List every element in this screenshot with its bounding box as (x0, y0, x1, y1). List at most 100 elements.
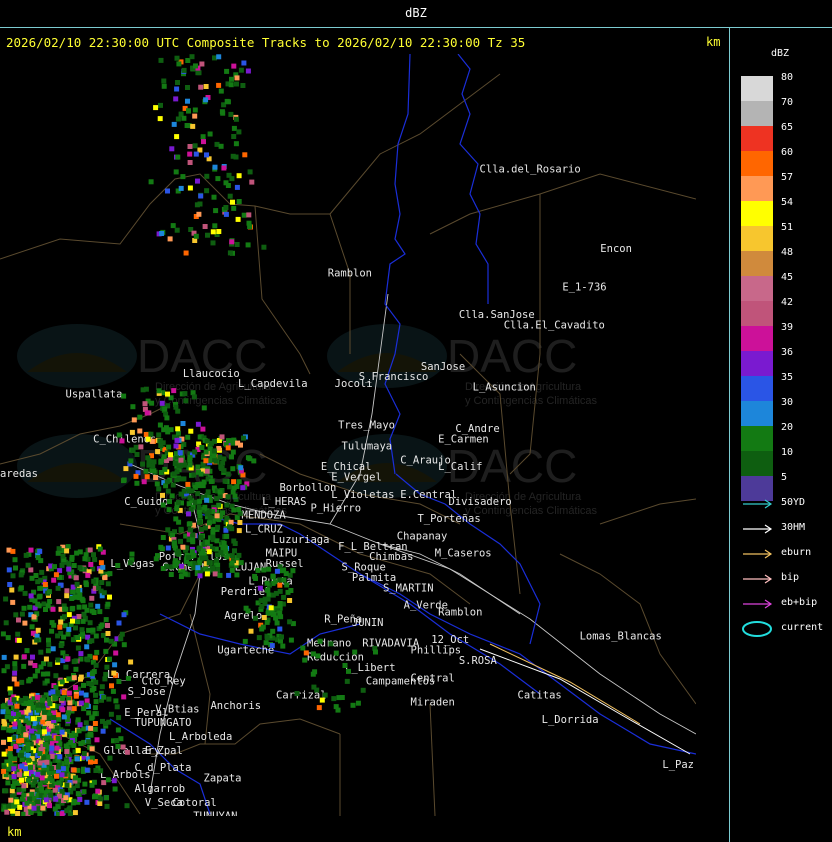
echo-cell (49, 766, 55, 771)
echo-cell (24, 648, 30, 654)
place-label: Lomas_Blancas (580, 631, 662, 643)
echo-cell (328, 641, 334, 647)
echo-cell (7, 582, 13, 587)
echo-cell (227, 193, 233, 199)
echo-cell (174, 227, 180, 233)
echo-cell (88, 562, 94, 567)
echo-cell (9, 587, 15, 593)
echo-cell (138, 444, 144, 450)
echo-cell (249, 179, 255, 185)
echo-cell (75, 748, 81, 754)
echo-cell (15, 811, 21, 816)
echo-cell (164, 415, 170, 421)
echo-cell (195, 491, 201, 497)
legend-track-label: current (781, 622, 824, 633)
echo-cell (25, 746, 31, 752)
echo-cell (333, 704, 339, 710)
echo-cell (235, 216, 241, 222)
echo-cell (69, 596, 75, 601)
place-label: Zapata (204, 773, 242, 785)
echo-cell (17, 804, 23, 810)
echo-cell (92, 705, 98, 711)
echo-cell (64, 548, 70, 554)
echo-cell (157, 422, 163, 428)
echo-cell (274, 620, 280, 626)
legend-value: 51 (781, 222, 794, 233)
echo-cell (91, 610, 97, 615)
echo-cell (177, 450, 183, 456)
echo-cell (226, 438, 231, 444)
echo-cell (195, 464, 201, 470)
place-label: Miraden (411, 696, 455, 708)
echo-cell (103, 648, 109, 654)
echo-cell (240, 485, 246, 491)
echo-cell (78, 674, 84, 680)
echo-cell (180, 544, 186, 550)
echo-cell (59, 679, 65, 685)
echo-cell (16, 729, 22, 735)
echo-cell (178, 457, 184, 463)
echo-cell (229, 560, 235, 566)
echo-cell (186, 555, 192, 560)
echo-cell (209, 440, 214, 446)
echo-cell (303, 650, 309, 656)
echo-cell (0, 709, 6, 715)
echo-cell (127, 560, 133, 566)
echo-cell (170, 223, 176, 229)
echo-cell (346, 668, 351, 674)
echo-cell (174, 134, 180, 140)
echo-cell (106, 696, 112, 702)
echo-cell (36, 724, 42, 730)
echo-cell (131, 417, 137, 423)
echo-cell (161, 454, 167, 460)
echo-cell (181, 476, 187, 482)
legend-title: dBZ (771, 48, 790, 59)
echo-cell (55, 550, 61, 556)
echo-cell (172, 461, 178, 466)
radar-map[interactable]: DACCDirección de Agriculturay Contingenc… (0, 54, 696, 816)
echo-cell (166, 444, 172, 450)
echo-cell (81, 789, 87, 795)
echo-cell (310, 671, 316, 677)
echo-cell (225, 183, 231, 188)
echo-cell (92, 721, 98, 726)
echo-cell (47, 701, 53, 707)
echo-cell (234, 184, 240, 190)
echo-cell (31, 614, 37, 620)
echo-cell (6, 727, 12, 733)
echo-cell (212, 571, 218, 577)
echo-cell (28, 567, 34, 573)
legend-swatch (741, 151, 773, 176)
echo-cell (204, 152, 209, 158)
echo-cell (241, 435, 246, 441)
echo-cell (197, 519, 203, 525)
echo-cell (145, 436, 151, 442)
echo-cell (211, 194, 217, 200)
echo-cell (26, 678, 32, 684)
echo-cell (215, 524, 221, 530)
echo-cell (225, 494, 231, 500)
echo-cell (197, 573, 203, 579)
echo-cell (205, 232, 210, 238)
place-label: Tres_Mayo (338, 420, 395, 432)
echo-cell (261, 615, 267, 620)
echo-cell (175, 154, 181, 160)
echo-cell (214, 558, 219, 564)
echo-cell (204, 468, 210, 474)
echo-cell (169, 146, 175, 152)
echo-cell (71, 798, 77, 804)
echo-cell (216, 82, 222, 88)
place-label: P_Hierro (311, 503, 362, 515)
echo-cell (230, 466, 236, 472)
echo-cell (89, 595, 95, 601)
echo-cell (170, 482, 176, 488)
echo-cell (107, 594, 112, 600)
echo-cell (187, 144, 193, 149)
legend-swatch (741, 126, 773, 151)
echo-cell (162, 406, 168, 412)
echo-cell (1, 654, 7, 660)
echo-cell (121, 612, 127, 618)
echo-cell (100, 564, 106, 570)
echo-cell (171, 471, 177, 477)
echo-cell (170, 532, 176, 538)
